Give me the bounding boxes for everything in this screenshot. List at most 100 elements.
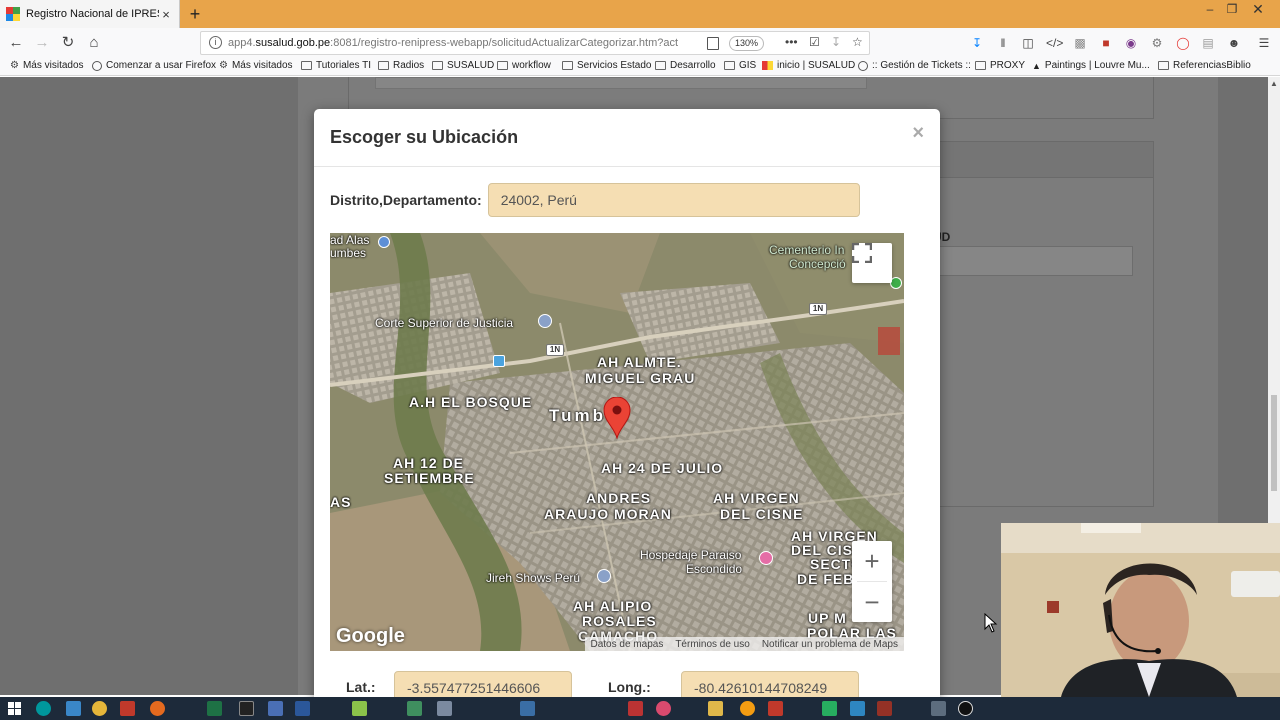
extension-icon[interactable]: ▩ [1072, 36, 1088, 50]
excel-app-icon[interactable] [207, 701, 222, 716]
fullscreen-button[interactable] [852, 243, 892, 283]
bookmark-mas-visitados-2[interactable]: ⚙ Más visitados [219, 60, 293, 71]
app-blue-3-icon[interactable] [850, 701, 865, 716]
folder-icon [562, 61, 573, 70]
bookmark-susalud[interactable]: SUSALUD [432, 60, 494, 71]
minimize-window-icon[interactable]: – [1199, 0, 1221, 20]
zoom-in-button[interactable]: + [852, 541, 892, 581]
bookmark-radios[interactable]: Radios [378, 60, 424, 71]
shop-pin-icon [597, 569, 611, 583]
zoom-level-badge[interactable]: 130% [729, 36, 765, 51]
bookmark-tutoriales-ti[interactable]: Tutoriales TI [301, 60, 371, 71]
bookmark-gestion-tickets[interactable]: :: Gestión de Tickets :: [858, 60, 971, 71]
extension-paint-icon[interactable]: ◉ [1123, 36, 1139, 50]
browser-tab-strip: Registro Nacional de IPRES × + – ❐ ✕ [0, 0, 1280, 28]
bookmark-desarrollo[interactable]: Desarrollo [655, 60, 716, 71]
district-label: Distrito,Departamento: [330, 192, 482, 208]
report-problem-link[interactable]: Notificar un problema de Maps [756, 639, 904, 650]
folder-icon [1158, 61, 1169, 70]
app-maroon-icon[interactable] [877, 701, 892, 716]
map-label-del-cis: DEL CIS [791, 542, 853, 558]
arduino-app-icon[interactable] [36, 701, 51, 716]
app-slate-icon[interactable] [931, 701, 946, 716]
location-marker-pin-icon[interactable] [603, 397, 631, 439]
bus-stop-icon [493, 355, 505, 367]
account-icon[interactable]: ☻ [1226, 36, 1242, 50]
longitude-label: Long.: [608, 679, 651, 695]
scroll-up-icon[interactable]: ▲ [1270, 79, 1278, 88]
bookmark-referencias-biblio[interactable]: ReferenciasBiblio [1158, 60, 1251, 71]
word-app-icon[interactable] [295, 701, 310, 716]
app-taskbar-icon[interactable] [66, 701, 81, 716]
pocket-icon[interactable]: ☑ [809, 35, 820, 49]
extension-gear-icon[interactable]: ⚙ [1149, 36, 1165, 50]
notepad-app-icon[interactable] [352, 701, 367, 716]
page-actions-icon[interactable]: ••• [785, 35, 798, 49]
map-label-as: AS [330, 494, 352, 510]
bookmark-workflow[interactable]: workflow [497, 60, 551, 71]
sidebar-icon[interactable]: ◫ [1020, 36, 1036, 50]
address-bar[interactable]: i app4.susalud.gob.pe:8081/registro-reni… [200, 31, 870, 55]
app-blue-icon[interactable] [268, 701, 283, 716]
extension-red-icon[interactable]: ■ [1098, 36, 1114, 50]
bookmark-proxy[interactable]: PROXY [975, 60, 1025, 71]
close-window-icon[interactable]: ✕ [1247, 0, 1269, 20]
map-label-escondido: Escondido [686, 562, 743, 576]
bookmark-inicio-susalud[interactable]: inicio | SUSALUD [762, 60, 855, 71]
google-map[interactable]: ad Alas umbes Cementerio In Concepció Co… [330, 233, 904, 651]
modal-title: Escoger su Ubicación [330, 127, 519, 147]
extension-opera-icon[interactable]: ◯ [1175, 36, 1191, 50]
downloads-icon[interactable]: ↧ [969, 36, 985, 50]
app-blue-2-icon[interactable] [520, 701, 535, 716]
url-text[interactable]: app4.susalud.gob.pe:8081/registro-renipr… [228, 37, 678, 49]
back-arrow-icon[interactable]: ← [5, 32, 27, 54]
district-input[interactable]: 24002, Perú [487, 183, 860, 217]
new-tab-button[interactable]: + [184, 3, 206, 25]
terminal-app-icon[interactable] [239, 701, 254, 716]
reload-icon[interactable]: ↻ [57, 32, 79, 54]
louvre-icon: ▲ [1032, 60, 1041, 71]
windows-start-icon[interactable] [8, 702, 21, 715]
bookmark-comenzar-firefox[interactable]: Comenzar a usar Firefox [92, 60, 216, 71]
close-tab-icon[interactable]: × [159, 7, 173, 22]
hotel-pin-icon [759, 551, 773, 565]
download-page-icon[interactable]: ↧ [831, 35, 841, 49]
app-grey-icon[interactable] [437, 701, 452, 716]
home-icon[interactable]: ⌂ [83, 32, 105, 54]
terms-of-use-link[interactable]: Términos de uso [669, 639, 755, 650]
app-green-icon[interactable] [407, 701, 422, 716]
bookmark-star-icon[interactable]: ☆ [852, 35, 863, 49]
modal-close-button[interactable]: × [912, 123, 924, 143]
site-info-icon[interactable]: i [209, 36, 222, 49]
route-shield-1n-2: 1N [809, 303, 827, 315]
app-green-2-icon[interactable] [822, 701, 837, 716]
bookmark-gis[interactable]: GIS [724, 60, 756, 71]
app-red-icon[interactable] [120, 701, 135, 716]
bookmark-servicios-estado[interactable]: Servicios Estado [562, 60, 651, 71]
reader-view-icon[interactable] [707, 37, 719, 50]
menu-hamburger-icon[interactable]: ☰ [1256, 36, 1272, 50]
chrome-app-icon[interactable] [92, 701, 107, 716]
browser-tab-active[interactable]: Registro Nacional de IPRES × [0, 0, 180, 28]
restore-window-icon[interactable]: ❐ [1221, 0, 1243, 20]
zoom-out-button[interactable]: − [852, 582, 892, 622]
developer-tools-icon[interactable]: </> [1046, 36, 1063, 50]
app-orange-icon[interactable] [740, 701, 755, 716]
map-label-concepcion: Concepció [789, 257, 846, 271]
map-data-link[interactable]: Datos de mapas [585, 639, 670, 650]
bookmark-louvre[interactable]: ▲ Paintings | Louvre Mu... [1032, 60, 1150, 71]
extension-doc-icon[interactable]: ▤ [1200, 36, 1216, 50]
forward-arrow-icon[interactable]: → [31, 32, 53, 54]
library-icon[interactable]: ‖ [995, 36, 1011, 50]
map-label-miguel-grau: MIGUEL GRAU [585, 370, 696, 386]
app-dark-icon[interactable] [958, 701, 973, 716]
app-pink-icon[interactable] [656, 701, 671, 716]
app-red-2-icon[interactable] [768, 701, 783, 716]
firefox-app-icon[interactable] [150, 701, 165, 716]
pdf-app-icon[interactable] [628, 701, 643, 716]
globe-icon [92, 60, 102, 71]
webcam-presenter-image [1001, 523, 1280, 697]
scrollbar-thumb[interactable] [1271, 395, 1277, 491]
bookmark-mas-visitados[interactable]: ⚙ Más visitados [10, 60, 84, 71]
folder-app-icon[interactable] [708, 701, 723, 716]
